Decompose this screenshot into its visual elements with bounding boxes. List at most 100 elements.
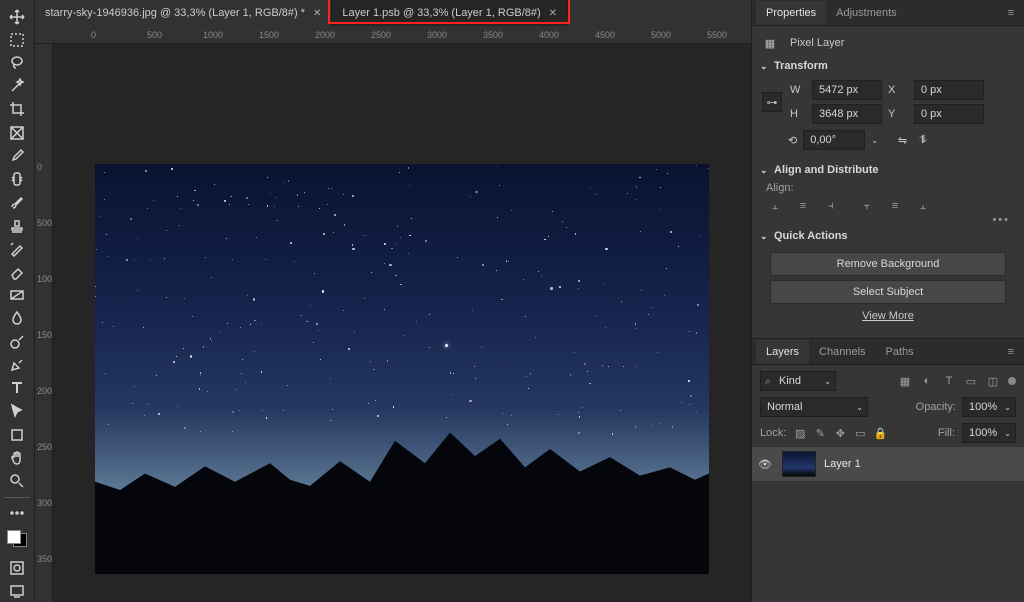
width-field[interactable]: 5472 px	[812, 80, 882, 100]
visibility-icon[interactable]: 👁	[758, 458, 774, 471]
flip-h-icon[interactable]: ⇋	[898, 134, 907, 147]
move-tool[interactable]	[5, 6, 29, 27]
properties-panel-tabs: Properties Adjustments ≡	[752, 0, 1024, 26]
align-section-header[interactable]: ⌄ Align and Distribute	[760, 160, 1016, 182]
more-options-icon[interactable]: •••	[760, 214, 1016, 226]
shape-tool[interactable]	[5, 424, 29, 445]
layer-name[interactable]: Layer 1	[824, 458, 861, 470]
tab-layers[interactable]: Layers	[756, 340, 809, 364]
pixel-layer-icon: ▦	[760, 35, 780, 51]
select-subject-button[interactable]: Select Subject	[770, 280, 1006, 304]
layer-thumb[interactable]	[782, 451, 816, 477]
filter-type-icon[interactable]: T	[942, 375, 956, 388]
align-label: Align:	[766, 182, 1016, 194]
canvas-area[interactable]	[53, 44, 751, 602]
view-more-link[interactable]: View More	[760, 310, 1016, 322]
filter-smart-icon[interactable]: ◫	[986, 375, 1000, 388]
align-buttons: ⫠ ≡ ⫞ ⫟ ≡ ⫠	[766, 198, 1016, 214]
fill-field[interactable]: 100%⌄	[962, 423, 1016, 443]
pixel-layer-label: Pixel Layer	[790, 37, 844, 49]
angle-field[interactable]: 0,00°	[803, 130, 865, 150]
filter-adjust-icon[interactable]: ◐	[920, 375, 934, 388]
document-tab-0[interactable]: starry-sky-1946936.jpg @ 33,3% (Layer 1,…	[35, 0, 332, 26]
filter-toggle[interactable]	[1008, 377, 1016, 385]
tab-properties[interactable]: Properties	[756, 1, 826, 25]
eyedropper-tool[interactable]	[5, 145, 29, 166]
marquee-tool[interactable]	[5, 29, 29, 50]
healing-tool[interactable]	[5, 169, 29, 190]
search-icon: ⌕	[765, 376, 771, 387]
tab-channels[interactable]: Channels	[809, 340, 875, 364]
align-hcenter-icon[interactable]: ≡	[794, 198, 812, 214]
remove-background-button[interactable]: Remove Background	[770, 252, 1006, 276]
blend-mode-select[interactable]: Normal⌄	[760, 397, 868, 417]
align-left-icon[interactable]: ⫠	[766, 198, 784, 214]
link-wh-toggle[interactable]: ⊶	[762, 92, 782, 112]
layer-filter-icons: ▦ ◐ T ▭ ◫	[898, 375, 1016, 388]
panel-menu-icon[interactable]: ≡	[1002, 7, 1020, 19]
layer-filter-kind[interactable]: ⌕ Kind⌄	[760, 371, 836, 391]
angle-icon: ⟲	[788, 134, 797, 147]
lock-label: Lock:	[760, 427, 786, 439]
type-tool[interactable]	[5, 378, 29, 399]
tab-adjustments[interactable]: Adjustments	[826, 1, 907, 25]
panel-menu-icon[interactable]: ≡	[1002, 346, 1020, 358]
lock-trans-icon[interactable]: ▨	[793, 427, 807, 440]
gradient-tool[interactable]	[5, 285, 29, 306]
align-bottom-icon[interactable]: ⫠	[914, 198, 932, 214]
lasso-tool[interactable]	[5, 52, 29, 73]
align-right-icon[interactable]: ⫞	[822, 198, 840, 214]
magic-wand-tool[interactable]	[5, 76, 29, 97]
blur-tool[interactable]	[5, 308, 29, 329]
screen-mode-toggle[interactable]	[5, 581, 29, 602]
align-vcenter-icon[interactable]: ≡	[886, 198, 904, 214]
close-icon[interactable]: ✕	[313, 8, 321, 19]
flip-v-icon[interactable]: ⥮	[919, 134, 927, 147]
eraser-tool[interactable]	[5, 261, 29, 282]
angle-dropdown-icon[interactable]: ⌄	[871, 136, 878, 145]
crop-tool[interactable]	[5, 99, 29, 120]
layer-item[interactable]: 👁 Layer 1	[752, 447, 1024, 481]
brush-tool[interactable]	[5, 192, 29, 213]
filter-shape-icon[interactable]: ▭	[964, 375, 978, 388]
chevron-down-icon: ⌄	[760, 165, 768, 176]
height-field[interactable]: 3648 px	[812, 104, 882, 124]
zoom-tool[interactable]	[5, 470, 29, 491]
frame-tool[interactable]	[5, 122, 29, 143]
document-tab-1[interactable]: Layer 1.psb @ 33,3% (Layer 1, RGB/8#) ✕	[332, 0, 568, 26]
transform-section-header[interactable]: ⌄ Transform	[760, 56, 1016, 78]
quick-mask-toggle[interactable]	[5, 557, 29, 578]
tab-paths[interactable]: Paths	[876, 340, 924, 364]
edit-toolbar-button[interactable]	[5, 502, 29, 523]
lock-all-icon[interactable]: 🔒	[873, 427, 887, 440]
path-select-tool[interactable]	[5, 401, 29, 422]
vertical-ruler: 0500100015002000250030003500	[35, 44, 53, 602]
y-field[interactable]: 0 px	[914, 104, 984, 124]
chevron-down-icon: ⌄	[760, 231, 768, 242]
lock-paint-icon[interactable]: ✎	[813, 427, 827, 440]
fill-label: Fill:	[938, 427, 955, 439]
stamp-tool[interactable]	[5, 215, 29, 236]
opacity-label: Opacity:	[916, 401, 956, 413]
canvas-image	[95, 164, 709, 574]
lock-nest-icon[interactable]: ▭	[853, 427, 867, 440]
y-label: Y	[888, 108, 908, 120]
history-brush-tool[interactable]	[5, 238, 29, 259]
filter-pixel-icon[interactable]: ▦	[898, 375, 912, 388]
layers-panel: ⌕ Kind⌄ ▦ ◐ T ▭ ◫ Normal⌄	[752, 365, 1024, 602]
hand-tool[interactable]	[5, 447, 29, 468]
pen-tool[interactable]	[5, 354, 29, 375]
color-swatch[interactable]	[7, 530, 27, 548]
x-field[interactable]: 0 px	[914, 80, 984, 100]
quick-actions-header[interactable]: ⌄ Quick Actions	[760, 226, 1016, 248]
chevron-down-icon: ⌄	[760, 61, 768, 72]
document-tabs: starry-sky-1946936.jpg @ 33,3% (Layer 1,…	[35, 0, 751, 26]
dodge-tool[interactable]	[5, 331, 29, 352]
x-label: X	[888, 84, 908, 96]
left-toolbar	[0, 0, 35, 602]
close-icon[interactable]: ✕	[549, 8, 557, 19]
opacity-field[interactable]: 100%⌄	[962, 397, 1016, 417]
align-top-icon[interactable]: ⫟	[858, 198, 876, 214]
h-label: H	[790, 108, 806, 120]
lock-pos-icon[interactable]: ✥	[833, 427, 847, 440]
